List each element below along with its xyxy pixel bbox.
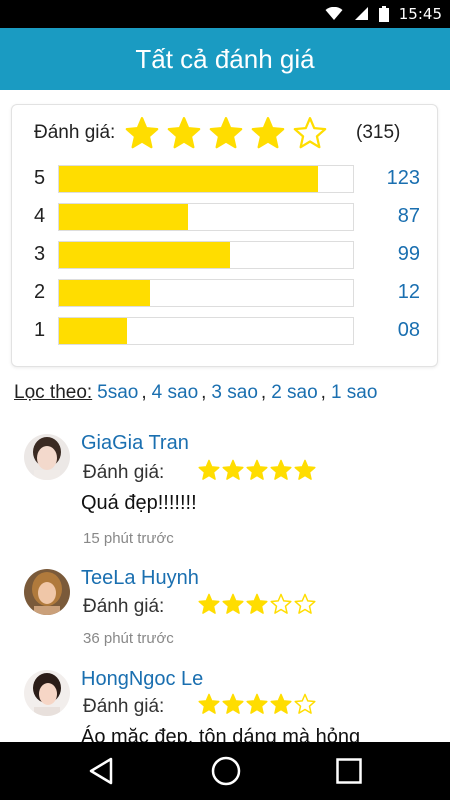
star-filled-icon bbox=[198, 459, 220, 480]
rating-summary-card: Đánh giá: (315) 5 123 4 87 3 99 2 12 1 0… bbox=[11, 104, 438, 367]
rating-bar-track bbox=[58, 241, 354, 269]
star-filled-icon bbox=[210, 116, 243, 149]
review-stars bbox=[198, 593, 316, 615]
app-bar: Tất cả đánh giá bbox=[0, 28, 450, 90]
rating-bar-fill bbox=[59, 166, 318, 192]
rating-bar-label: 4 bbox=[34, 205, 46, 227]
rating-bar-row[interactable]: 3 99 bbox=[34, 241, 430, 269]
star-filled-icon bbox=[270, 693, 292, 714]
star-filled-icon bbox=[198, 693, 220, 714]
rating-bar-count[interactable]: 08 bbox=[398, 319, 420, 342]
filter-separator: , bbox=[320, 382, 326, 403]
rating-bar-label: 2 bbox=[34, 281, 46, 303]
star-empty-icon bbox=[294, 693, 316, 714]
star-empty-icon bbox=[294, 116, 327, 149]
status-bar: 15:45 bbox=[0, 0, 450, 28]
star-filled-icon bbox=[270, 459, 292, 480]
summary-stars bbox=[125, 116, 327, 150]
back-icon[interactable] bbox=[87, 756, 117, 786]
filter-separator: , bbox=[260, 382, 267, 403]
review-item: HongNgoc Le Đánh giá: Áo mặc đẹp, tôn dá… bbox=[0, 664, 450, 742]
star-filled-icon bbox=[222, 593, 244, 614]
review-stars bbox=[198, 693, 316, 715]
review-comment: Quá đẹp!!!!!!! bbox=[81, 492, 197, 514]
rating-bar-track bbox=[58, 203, 354, 231]
reviewer-name[interactable]: HongNgoc Le bbox=[81, 668, 203, 691]
signal-icon bbox=[354, 7, 368, 20]
star-filled-icon bbox=[294, 459, 316, 480]
rating-bar-row[interactable]: 5 123 bbox=[34, 165, 430, 193]
rating-bar-label: 1 bbox=[34, 319, 46, 341]
filter-bar: Lọc theo: 5sao , 4 sao , 3 sao , 2 sao ,… bbox=[14, 382, 377, 404]
rating-bar-label: 5 bbox=[34, 167, 46, 189]
reviewer-name[interactable]: TeeLa Huynh bbox=[81, 567, 199, 590]
rating-bar-row[interactable]: 1 08 bbox=[34, 317, 430, 345]
reviewer-name[interactable]: GiaGia Tran bbox=[81, 432, 189, 455]
star-filled-icon bbox=[222, 693, 244, 714]
review-item: GiaGia Tran Đánh giá: Quá đẹp!!!!!!! 15 … bbox=[0, 428, 450, 558]
star-empty-icon bbox=[294, 593, 316, 614]
review-comment: Áo mặc đẹp, tôn dáng mà hỏng bbox=[81, 726, 361, 742]
rating-bar-count[interactable]: 123 bbox=[387, 167, 420, 190]
star-filled-icon bbox=[252, 116, 285, 149]
star-filled-icon bbox=[168, 116, 201, 149]
review-item: TeeLa Huynh Đánh giá: 36 phút trước bbox=[0, 565, 450, 655]
battery-icon bbox=[378, 6, 389, 22]
star-filled-icon bbox=[246, 459, 268, 480]
filter-separator: , bbox=[201, 382, 207, 403]
filter-4-stars[interactable]: 4 sao bbox=[152, 382, 198, 404]
home-icon[interactable] bbox=[210, 755, 242, 787]
avatar[interactable] bbox=[24, 670, 70, 716]
filter-5-stars[interactable]: 5sao bbox=[97, 382, 138, 404]
page-title: Tất cả đánh giá bbox=[135, 43, 315, 74]
rating-bar-row[interactable]: 2 12 bbox=[34, 279, 430, 307]
filter-1-star[interactable]: 1 sao bbox=[331, 382, 377, 404]
recents-icon[interactable] bbox=[335, 757, 363, 785]
rating-bar-label: 3 bbox=[34, 243, 46, 265]
avatar[interactable] bbox=[24, 434, 70, 480]
rating-bar-fill bbox=[59, 204, 189, 230]
summary-rating-label: Đánh giá: bbox=[34, 122, 116, 143]
filter-separator: , bbox=[141, 382, 147, 403]
rating-bar-count[interactable]: 87 bbox=[398, 205, 420, 228]
rating-bar-count[interactable]: 99 bbox=[398, 243, 420, 266]
star-filled-icon bbox=[246, 593, 268, 614]
rating-bar-track bbox=[58, 279, 354, 307]
filter-3-stars[interactable]: 3 sao bbox=[211, 382, 257, 404]
rating-bar-track bbox=[58, 317, 354, 345]
rating-bar-row[interactable]: 4 87 bbox=[34, 203, 430, 231]
review-rating-label: Đánh giá: bbox=[83, 696, 165, 717]
navigation-bar bbox=[0, 742, 450, 800]
review-time: 36 phút trước bbox=[83, 630, 174, 647]
rating-bar-count[interactable]: 12 bbox=[398, 281, 420, 304]
rating-bar-track bbox=[58, 165, 354, 193]
filter-label: Lọc theo: bbox=[14, 382, 93, 403]
star-filled-icon bbox=[222, 459, 244, 480]
review-stars bbox=[198, 459, 316, 481]
review-rating-label: Đánh giá: bbox=[83, 462, 165, 483]
star-filled-icon bbox=[198, 593, 220, 614]
star-filled-icon bbox=[246, 693, 268, 714]
rating-bar-fill bbox=[59, 318, 127, 344]
wifi-icon bbox=[325, 7, 343, 20]
star-empty-icon bbox=[270, 593, 292, 614]
rating-bar-fill bbox=[59, 242, 230, 268]
avatar[interactable] bbox=[24, 569, 70, 615]
clock: 15:45 bbox=[398, 5, 442, 23]
total-review-count: (315) bbox=[356, 122, 401, 143]
review-rating-label: Đánh giá: bbox=[83, 596, 165, 617]
star-filled-icon bbox=[126, 116, 159, 149]
review-time: 15 phút trước bbox=[83, 530, 174, 547]
filter-2-stars[interactable]: 2 sao bbox=[271, 382, 317, 404]
rating-bar-fill bbox=[59, 280, 151, 306]
